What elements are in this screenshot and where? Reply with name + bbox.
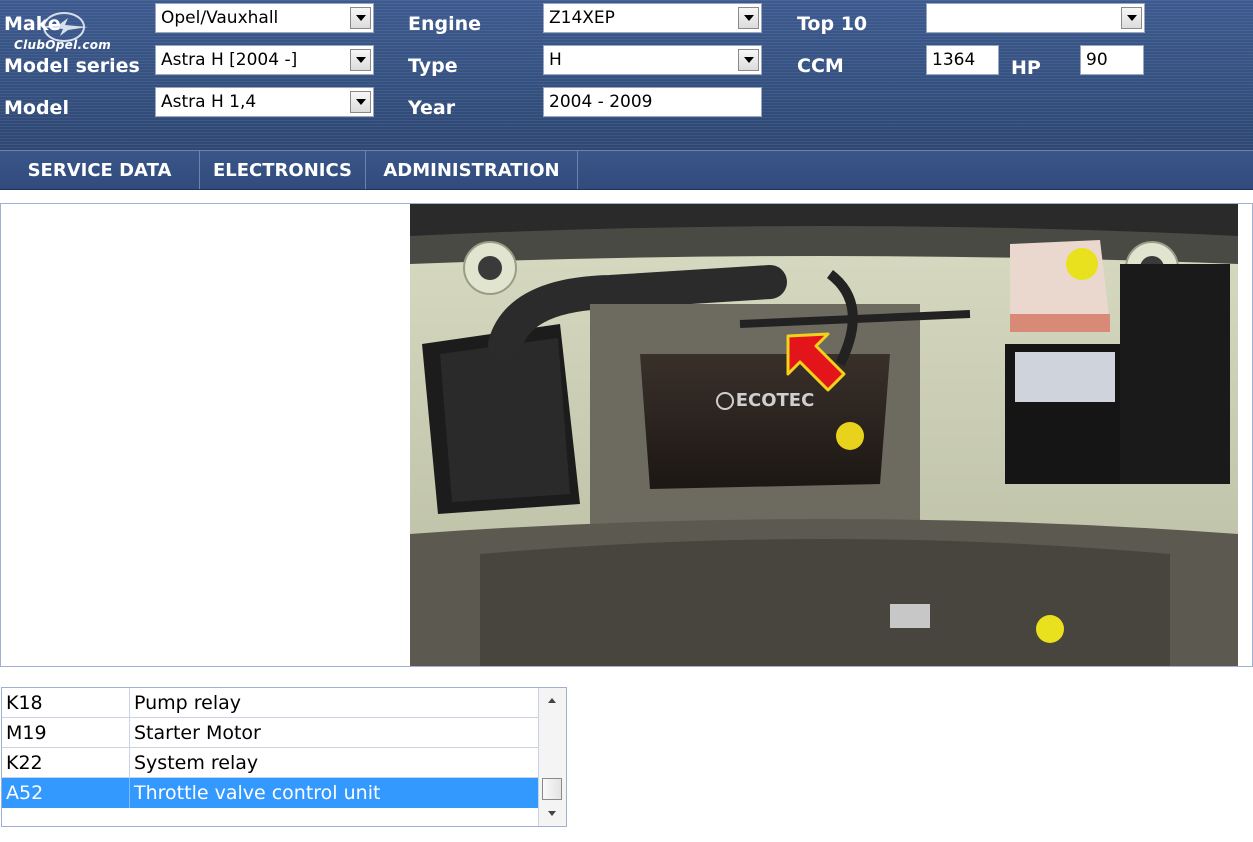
ccm-label: CCM bbox=[797, 55, 844, 77]
chevron-down-icon bbox=[743, 57, 754, 63]
column-divider bbox=[129, 688, 130, 718]
type-select-value: H bbox=[549, 50, 562, 70]
model-series-select-value: Astra H [2004 -] bbox=[161, 50, 298, 70]
model-label: Model bbox=[4, 97, 69, 119]
tab-administration[interactable]: ADMINISTRATION bbox=[366, 151, 578, 189]
hp-field[interactable]: 90 bbox=[1080, 45, 1144, 75]
type-select[interactable]: H bbox=[543, 45, 762, 75]
component-name: System relay bbox=[134, 752, 259, 774]
column-divider bbox=[129, 778, 130, 808]
chevron-down-icon bbox=[355, 57, 366, 63]
hp-label: HP bbox=[1011, 57, 1041, 79]
make-select-value: Opel/Vauxhall bbox=[161, 8, 279, 28]
tab-service-data[interactable]: SERVICE DATA bbox=[0, 151, 200, 189]
list-item-selected[interactable]: A52 Throttle valve control unit bbox=[2, 778, 538, 808]
type-label: Type bbox=[408, 55, 458, 77]
year-field-value: 2004 - 2009 bbox=[549, 92, 653, 112]
column-divider bbox=[129, 718, 130, 748]
logo-watermark-text: ClubOpel.com bbox=[14, 38, 112, 52]
column-divider bbox=[129, 748, 130, 778]
scroll-down-icon[interactable] bbox=[548, 811, 556, 816]
engine-bay-photo[interactable]: ECOTEC bbox=[410, 204, 1238, 666]
list-item[interactable]: K22 System relay bbox=[2, 748, 538, 778]
engine-dropdown-button[interactable] bbox=[738, 7, 759, 29]
make-select[interactable]: Opel/Vauxhall bbox=[155, 3, 374, 33]
list-item[interactable]: K18 Pump relay bbox=[2, 688, 538, 718]
component-name: Throttle valve control unit bbox=[134, 782, 381, 804]
ccm-field-value: 1364 bbox=[932, 50, 976, 70]
top10-dropdown-button[interactable] bbox=[1121, 7, 1142, 29]
chevron-down-icon bbox=[743, 15, 754, 21]
component-name: Pump relay bbox=[134, 692, 242, 714]
component-code: K18 bbox=[6, 692, 43, 714]
chevron-down-icon bbox=[355, 99, 366, 105]
component-name: Starter Motor bbox=[134, 722, 261, 744]
engine-label: Engine bbox=[408, 13, 482, 35]
model-series-dropdown-button[interactable] bbox=[350, 49, 371, 71]
scrollbar-thumb[interactable] bbox=[542, 778, 562, 800]
chevron-down-icon bbox=[355, 15, 366, 21]
component-code: M19 bbox=[6, 722, 47, 744]
component-code: K22 bbox=[6, 752, 43, 774]
list-scrollbar[interactable] bbox=[538, 688, 566, 826]
component-code: A52 bbox=[6, 782, 44, 804]
make-dropdown-button[interactable] bbox=[350, 7, 371, 29]
ccm-field[interactable]: 1364 bbox=[926, 45, 999, 75]
vehicle-selector-header: ClubOpel.com Make Model series Model Ope… bbox=[0, 0, 1253, 150]
model-series-label: Model series bbox=[4, 55, 140, 77]
engine-cover-label: ECOTEC bbox=[736, 390, 815, 411]
hp-field-value: 90 bbox=[1086, 50, 1108, 70]
engine-select[interactable]: Z14XEP bbox=[543, 3, 762, 33]
year-field[interactable]: 2004 - 2009 bbox=[543, 87, 762, 117]
year-label: Year bbox=[408, 97, 456, 119]
type-dropdown-button[interactable] bbox=[738, 49, 759, 71]
model-select[interactable]: Astra H 1,4 bbox=[155, 87, 374, 117]
component-list[interactable]: K18 Pump relay M19 Starter Motor K22 Sys… bbox=[1, 687, 567, 827]
main-tab-bar: SERVICE DATA ELECTRONICS ADMINISTRATION bbox=[0, 150, 1253, 190]
model-series-select[interactable]: Astra H [2004 -] bbox=[155, 45, 374, 75]
top10-label: Top 10 bbox=[797, 13, 868, 35]
make-label: Make bbox=[4, 13, 61, 35]
engine-select-value: Z14XEP bbox=[549, 8, 615, 28]
chevron-down-icon bbox=[1126, 15, 1137, 21]
tab-electronics[interactable]: ELECTRONICS bbox=[200, 151, 366, 189]
model-select-value: Astra H 1,4 bbox=[161, 92, 257, 112]
top10-select[interactable] bbox=[926, 3, 1145, 33]
model-dropdown-button[interactable] bbox=[350, 91, 371, 113]
scroll-up-icon[interactable] bbox=[548, 698, 556, 703]
list-item[interactable]: M19 Starter Motor bbox=[2, 718, 538, 748]
